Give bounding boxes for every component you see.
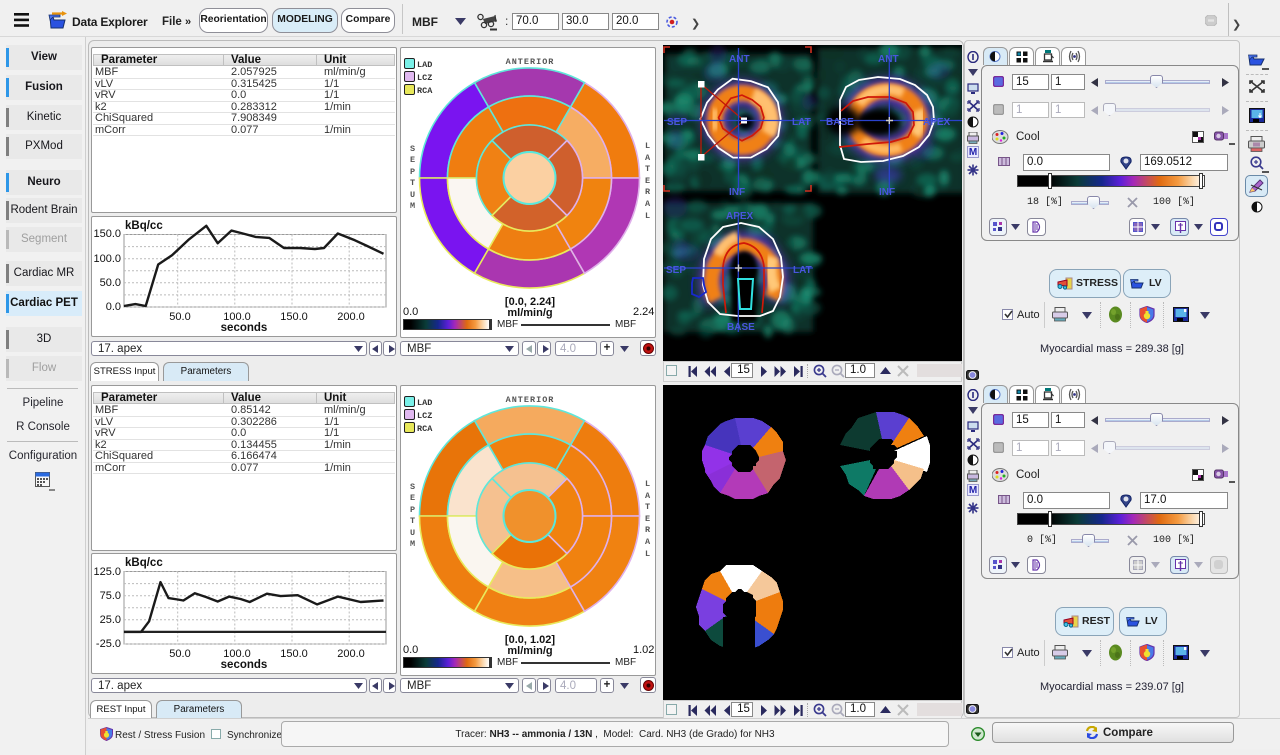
svg-text:ANT: ANT [729, 54, 750, 65]
svg-text:BASE: BASE [727, 322, 755, 333]
svg-text:APEX: APEX [726, 211, 754, 222]
svg-text:ANT: ANT [878, 54, 899, 65]
svg-text:SEP: SEP [666, 265, 686, 276]
svg-text:LAT: LAT [792, 117, 811, 128]
svg-text:APEX: APEX [923, 117, 951, 128]
svg-text:SEP: SEP [667, 117, 687, 128]
svg-text:INF: INF [879, 187, 895, 198]
svg-text:BASE: BASE [826, 117, 854, 128]
svg-text:INF: INF [729, 187, 745, 198]
svg-text:LAT: LAT [793, 265, 812, 276]
